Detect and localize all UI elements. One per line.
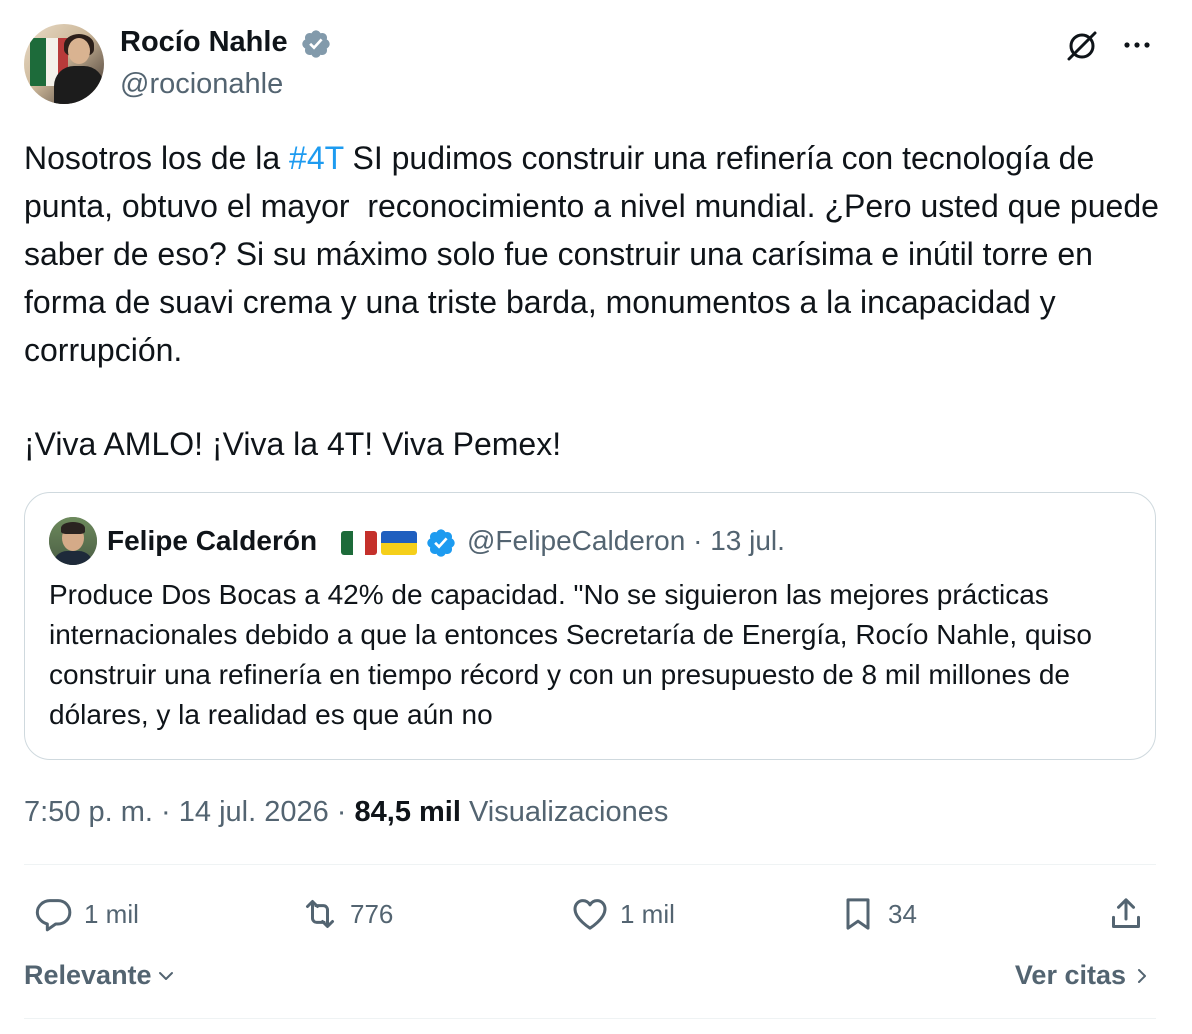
chevron-right-icon: [1138, 968, 1146, 983]
divider: [24, 1018, 1156, 1019]
tweet-meta: 7:50 p. m. · 14 jul. 2026 · 84,5 mil Vis…: [24, 796, 669, 828]
chevron-down-icon: [158, 971, 173, 980]
author-handle[interactable]: @rocionahle: [120, 68, 283, 101]
like-icon: [573, 899, 607, 930]
like-count: 1 mil: [620, 898, 675, 929]
repost-icon: [306, 900, 334, 928]
views-count: 84,5 mil: [354, 796, 461, 828]
reply-icon: [35, 899, 72, 932]
ukraine-flag-icon: [381, 531, 417, 555]
reply-count: 1 mil: [84, 898, 139, 929]
repost-count: 776: [350, 898, 394, 929]
tweet-time[interactable]: 7:50 p. m.: [24, 796, 153, 828]
like-button[interactable]: 1 mil: [570, 894, 675, 934]
sort-label: Relevante: [24, 960, 152, 990]
tweet-date[interactable]: 14 jul. 2026: [179, 796, 329, 828]
mexico-flag-icon: [341, 531, 377, 555]
reply-button[interactable]: 1 mil: [34, 894, 139, 934]
quoted-handle-date[interactable]: @FelipeCalderon · 13 jul.: [467, 525, 785, 557]
more-icon[interactable]: [1120, 30, 1154, 60]
sort-relevance-dropdown[interactable]: Relevante: [24, 960, 178, 991]
quoted-tweet-text: Produce Dos Bocas a 42% de capacidad. "N…: [49, 579, 1092, 730]
tweet-text: Nosotros los de la #4T SI pudimos constr…: [24, 140, 1168, 368]
author-name[interactable]: Rocío Nahle: [120, 26, 288, 59]
view-quotes-label: Ver citas: [1014, 960, 1126, 990]
author-avatar[interactable]: [24, 24, 104, 104]
verified-badge-icon: [427, 529, 455, 557]
verified-badge-icon: [302, 30, 330, 58]
tweet-text-closing: ¡Viva AMLO! ¡Viva la 4T! Viva Pemex!: [24, 426, 562, 462]
bookmark-count: 34: [888, 898, 917, 929]
hashtag-link[interactable]: #4T: [289, 140, 344, 176]
grok-icon[interactable]: [1064, 28, 1100, 64]
view-quotes-link[interactable]: Ver citas: [1015, 960, 1152, 991]
share-button[interactable]: [1106, 894, 1146, 934]
quoted-author-avatar[interactable]: [49, 517, 97, 565]
bookmark-icon: [846, 898, 870, 930]
share-icon: [1112, 898, 1140, 928]
bookmark-button[interactable]: 34: [838, 894, 917, 934]
divider: [24, 864, 1156, 865]
repost-button[interactable]: 776: [300, 894, 393, 934]
views-label: Visualizaciones: [468, 796, 669, 828]
quoted-tweet-card[interactable]: Felipe Calderón @FelipeCalderon · 13 jul…: [24, 492, 1156, 760]
quoted-author-name[interactable]: Felipe Calderón: [107, 525, 317, 557]
